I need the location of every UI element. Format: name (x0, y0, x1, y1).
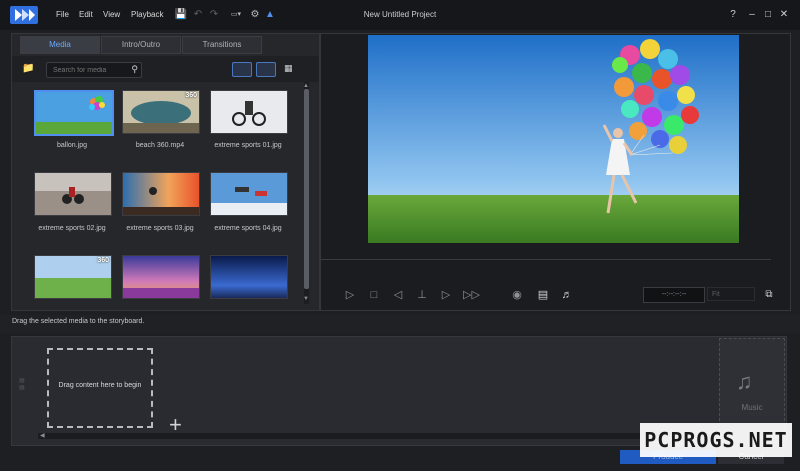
app-logo (10, 6, 38, 24)
blue-night-image (211, 256, 287, 298)
preview-balloon-image (368, 35, 739, 243)
volume-icon[interactable]: ♬ (559, 287, 575, 303)
storyboard-mode-icon[interactable]: ▤ ▤ (15, 377, 29, 397)
maximize-button[interactable]: □ (760, 7, 776, 23)
storyboard-hint: Drag the selected media to the storyboar… (12, 318, 145, 325)
media-thumb-extreme-04[interactable] (210, 172, 288, 216)
media-label: extreme sports 01.jpg (214, 142, 282, 149)
media-label: beach 360.mp4 (135, 142, 185, 149)
search-box[interactable]: ⚲ (46, 62, 142, 78)
media-thumb-extreme-01[interactable] (210, 90, 288, 134)
menu-playback[interactable]: Playback (131, 10, 163, 19)
scroll-down-icon[interactable]: ▼ (303, 296, 309, 302)
fast-forward-icon[interactable]: ▷▷ (463, 287, 480, 303)
previous-frame-icon[interactable]: ◁ (390, 287, 406, 303)
window-title: New Untitled Project (363, 10, 437, 19)
play-icon[interactable]: ▷ (342, 287, 358, 303)
upgrade-icon[interactable]: ▲ (263, 8, 277, 22)
preview-window (368, 35, 739, 243)
media-library-panel: Media Intro/Outro Transitions 📁 ⚲ ▦ 360 (11, 33, 320, 311)
media-thumb-extreme-03[interactable] (122, 172, 200, 216)
menu-file[interactable]: File (56, 10, 69, 19)
split-icon[interactable]: ⊥ (414, 287, 430, 303)
scroll-left-icon[interactable]: ◀ (40, 432, 45, 439)
search-icon[interactable]: ⚲ (131, 64, 138, 75)
storyboard-scrollbar[interactable] (38, 433, 718, 439)
music-track-slot[interactable]: ♫ Music (719, 338, 785, 436)
save-icon[interactable]: 💾 (174, 8, 188, 22)
360-badge: 360 (185, 92, 197, 99)
timecode-display: --:--:--:-- (643, 287, 705, 303)
menu-edit[interactable]: Edit (79, 10, 93, 19)
detach-preview-icon[interactable]: ⧉ (761, 287, 777, 303)
redo-icon[interactable]: ↷ (207, 8, 221, 22)
drop-zone-text: Drag content here to begin (58, 382, 142, 389)
scroll-up-icon[interactable]: ▲ (303, 83, 309, 89)
import-media-icon[interactable]: 📁 (22, 62, 36, 76)
grid-view-icon[interactable]: ▦ (284, 62, 296, 74)
subtitles-icon[interactable]: ▤ (535, 287, 551, 303)
preview-panel: ▷ □ ◁ ⊥ ▷ ▷▷ ◉ ▤ ♬ --:--:--:-- Fit ⧉ (320, 33, 791, 311)
media-thumb-beach-360[interactable]: 360 (122, 90, 200, 134)
aspect-ratio-icon[interactable]: ▭▾ (224, 8, 248, 22)
media-thumb-extreme-02[interactable] (34, 172, 112, 216)
360-badge: 360 (97, 257, 109, 264)
snapshot-icon[interactable]: ◉ (509, 287, 525, 303)
media-label: extreme sports 02.jpg (38, 225, 106, 232)
minimize-button[interactable]: – (744, 7, 760, 23)
sunset-jump-image (123, 173, 199, 215)
tab-transitions[interactable]: Transitions (182, 36, 262, 54)
music-icon: ♫ (736, 369, 753, 394)
tab-intro-outro[interactable]: Intro/Outro (101, 36, 181, 54)
purple-sky-image (123, 256, 199, 298)
watermark: PCPROGS.NET (640, 423, 792, 457)
media-label: extreme sports 04.jpg (214, 225, 282, 232)
preview-separator (321, 259, 771, 260)
library-scrollbar-thumb[interactable] (304, 89, 309, 289)
undo-icon[interactable]: ↶ (191, 8, 205, 22)
media-label: extreme sports 03.jpg (126, 225, 194, 232)
video-filter-button[interactable] (232, 62, 252, 77)
settings-icon[interactable]: ⚙ (248, 8, 262, 22)
media-thumb-blue-night[interactable] (210, 255, 288, 299)
next-frame-icon[interactable]: ▷ (438, 287, 454, 303)
search-input[interactable] (47, 63, 123, 77)
drop-zone[interactable]: Drag content here to begin + (47, 348, 182, 436)
bmx-image (211, 91, 287, 133)
skydive-image (211, 173, 287, 215)
media-thumb-field-360[interactable]: 360 (34, 255, 112, 299)
tab-media[interactable]: Media (20, 36, 100, 54)
stop-icon[interactable]: □ (366, 287, 382, 303)
music-label: Music (741, 403, 763, 412)
close-button[interactable]: ✕ (776, 7, 792, 23)
media-thumb-ballon[interactable] (34, 90, 114, 136)
help-button[interactable]: ? (725, 7, 741, 23)
balloon-image (36, 92, 112, 134)
library-toolbar: 📁 ⚲ ▦ (12, 56, 319, 82)
menu-view[interactable]: View (103, 10, 120, 19)
photo-filter-button[interactable] (256, 62, 276, 77)
media-thumb-purple-sky[interactable] (122, 255, 200, 299)
motocross-image (35, 173, 111, 215)
media-label: ballon.jpg (57, 142, 87, 149)
preview-quality-select[interactable]: Fit (707, 287, 755, 301)
